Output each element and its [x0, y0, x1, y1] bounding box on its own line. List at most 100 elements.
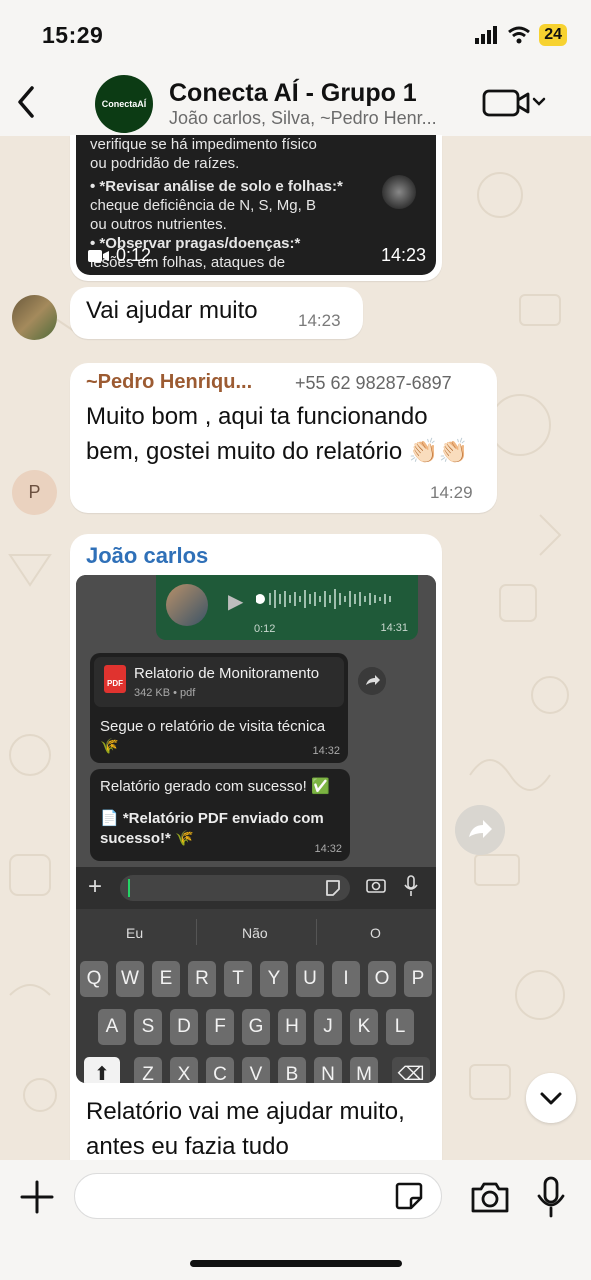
pdf-name: Relatorio de Monitoramento: [134, 665, 320, 682]
sender-name[interactable]: ~Pedro Henriqu...: [86, 371, 252, 394]
status-icons: 24: [475, 24, 567, 46]
message-input[interactable]: [74, 1173, 442, 1219]
keyboard-key: X: [170, 1057, 198, 1083]
group-members[interactable]: João carlos, Silva, ~Pedro Henr...: [169, 108, 469, 129]
video-duration: 0:12: [88, 246, 151, 265]
wifi-icon: [508, 26, 531, 44]
keyboard-key: I: [332, 961, 360, 997]
keyboard-key: Z: [134, 1057, 162, 1083]
screenshot-input-bar: +: [76, 867, 436, 909]
keyboard-key: B: [278, 1057, 306, 1083]
keyboard-key: L: [386, 1009, 414, 1045]
pdf-attachment: PDF Relatorio de Monitoramento 342 KB • …: [94, 657, 344, 707]
message-text: Vai ajudar muito: [86, 297, 258, 324]
sender-phone[interactable]: +55 62 98287-6897: [295, 373, 452, 394]
status-bar: 15:29 24: [0, 0, 591, 64]
success-message: Relatório gerado com sucesso! ✅ 📄 *Relat…: [90, 769, 350, 861]
success-timestamp: 14:32: [314, 843, 342, 855]
video-light-orb: [382, 175, 416, 209]
backspace-key-icon: ⌫: [392, 1057, 430, 1083]
video-text-line: cheque deficiência de N, S, Mg, B: [90, 197, 316, 214]
keyboard-key: R: [188, 961, 216, 997]
video-text-line: • *Revisar análise de solo e folhas:*: [90, 178, 343, 195]
suggestion-divider: [196, 919, 197, 945]
pdf-meta: 342 KB • pdf: [134, 687, 196, 699]
keyboard-key: E: [152, 961, 180, 997]
image-message[interactable]: João carlos ▶ 0:12 14:31 PDF Relatorio d…: [70, 534, 442, 1164]
message-text: Muito bom , aqui ta funcionando bem, gos…: [86, 403, 469, 465]
camera-icon: [366, 879, 386, 893]
keyboard-key: J: [314, 1009, 342, 1045]
keyboard-suggestion: O: [370, 925, 381, 941]
suggestion-divider: [316, 919, 317, 945]
message-text: Relatório vai me ajudar muito, antes eu …: [86, 1098, 405, 1160]
audio-message: ▶ 0:12 14:31: [156, 575, 418, 640]
screenshot-chat-area: ▶ 0:12 14:31 PDF Relatorio de Monitorame…: [76, 575, 436, 867]
group-avatar-logo-text: ConectaAÍ: [101, 99, 147, 109]
message-timestamp: 14:23: [298, 311, 341, 330]
keyboard-key: S: [134, 1009, 162, 1045]
group-avatar[interactable]: ConectaAÍ: [95, 75, 153, 133]
keyboard-key: K: [350, 1009, 378, 1045]
back-chevron-icon[interactable]: [12, 82, 42, 122]
keyboard-key: U: [296, 961, 324, 997]
video-text-line: ou outros nutrientes.: [90, 216, 227, 233]
video-timestamp: 14:23: [380, 245, 426, 265]
keyboard-key: F: [206, 1009, 234, 1045]
message-timestamp: 14:29: [430, 483, 473, 502]
success-line: Relatório gerado com sucesso! ✅: [100, 778, 330, 795]
sticker-icon: [326, 880, 340, 896]
keyboard-suggestion: Eu: [126, 925, 144, 941]
keyboard-key: D: [170, 1009, 198, 1045]
video-camera-icon: [88, 249, 109, 262]
keyboard-key: O: [368, 961, 396, 997]
plus-icon[interactable]: [18, 1178, 56, 1216]
video-call-icon[interactable]: [482, 88, 548, 118]
video-text-line: ou podridão de raízes.: [90, 155, 240, 172]
message-composer: [0, 1160, 591, 1280]
plus-icon: +: [88, 873, 103, 900]
keyboard-key: Y: [260, 961, 288, 997]
keyboard-suggestion: Não: [242, 925, 268, 941]
microphone-icon: [404, 875, 418, 896]
camera-icon[interactable]: [470, 1180, 510, 1214]
forward-icon[interactable]: [455, 805, 505, 855]
keyboard-key: N: [314, 1057, 342, 1083]
pdf-timestamp: 14:32: [312, 745, 340, 757]
message-bubble[interactable]: Vai ajudar muito 14:23: [70, 287, 363, 339]
text-cursor: [128, 879, 130, 897]
avatar: [166, 584, 208, 626]
video-text-line: verifique se há impedimento físico: [90, 136, 317, 153]
audio-timestamp: 14:31: [380, 622, 408, 634]
waveform-icon: [256, 589, 391, 609]
screenshot-image[interactable]: ▶ 0:12 14:31 PDF Relatorio de Monitorame…: [76, 575, 436, 1083]
keyboard-key: M: [350, 1057, 378, 1083]
scroll-down-chevron-icon[interactable]: [526, 1073, 576, 1123]
sender-name[interactable]: João carlos: [86, 543, 208, 569]
sticker-icon[interactable]: [394, 1181, 424, 1211]
audio-duration: 0:12: [254, 623, 276, 635]
keyboard-key: W: [116, 961, 144, 997]
keyboard-key: A: [98, 1009, 126, 1045]
video-thumbnail[interactable]: verifique se há impedimento físico ou po…: [76, 135, 436, 275]
group-title[interactable]: Conecta AÍ - Grupo 1: [169, 79, 417, 108]
pdf-file-icon: PDF: [104, 665, 126, 693]
pdf-caption: Segue o relatório de visita técnica 🌾: [100, 718, 326, 755]
keyboard-key: C: [206, 1057, 234, 1083]
success-line: 📄 *Relatório PDF enviado com sucesso!* 🌾: [100, 810, 324, 847]
sender-avatar[interactable]: [12, 295, 57, 340]
keyboard-key: G: [242, 1009, 270, 1045]
video-duration-text: 0:12: [116, 245, 152, 265]
status-time: 15:29: [42, 22, 104, 48]
signal-icon: [475, 26, 498, 44]
message-bubble[interactable]: ~Pedro Henriqu... +55 62 98287-6897 Muit…: [70, 363, 497, 513]
video-message[interactable]: verifique se há impedimento físico ou po…: [70, 135, 442, 281]
keyboard-key: V: [242, 1057, 270, 1083]
battery-indicator: 24: [539, 24, 567, 46]
keyboard-key: P: [404, 961, 432, 997]
microphone-icon[interactable]: [536, 1176, 566, 1218]
share-arrow-icon: [358, 667, 386, 695]
screenshot-keyboard: Eu Não O Q W E R T Y U I O P A S D F G H…: [76, 909, 436, 1083]
keyboard-key: Q: [80, 961, 108, 997]
sender-avatar[interactable]: P: [12, 470, 57, 515]
